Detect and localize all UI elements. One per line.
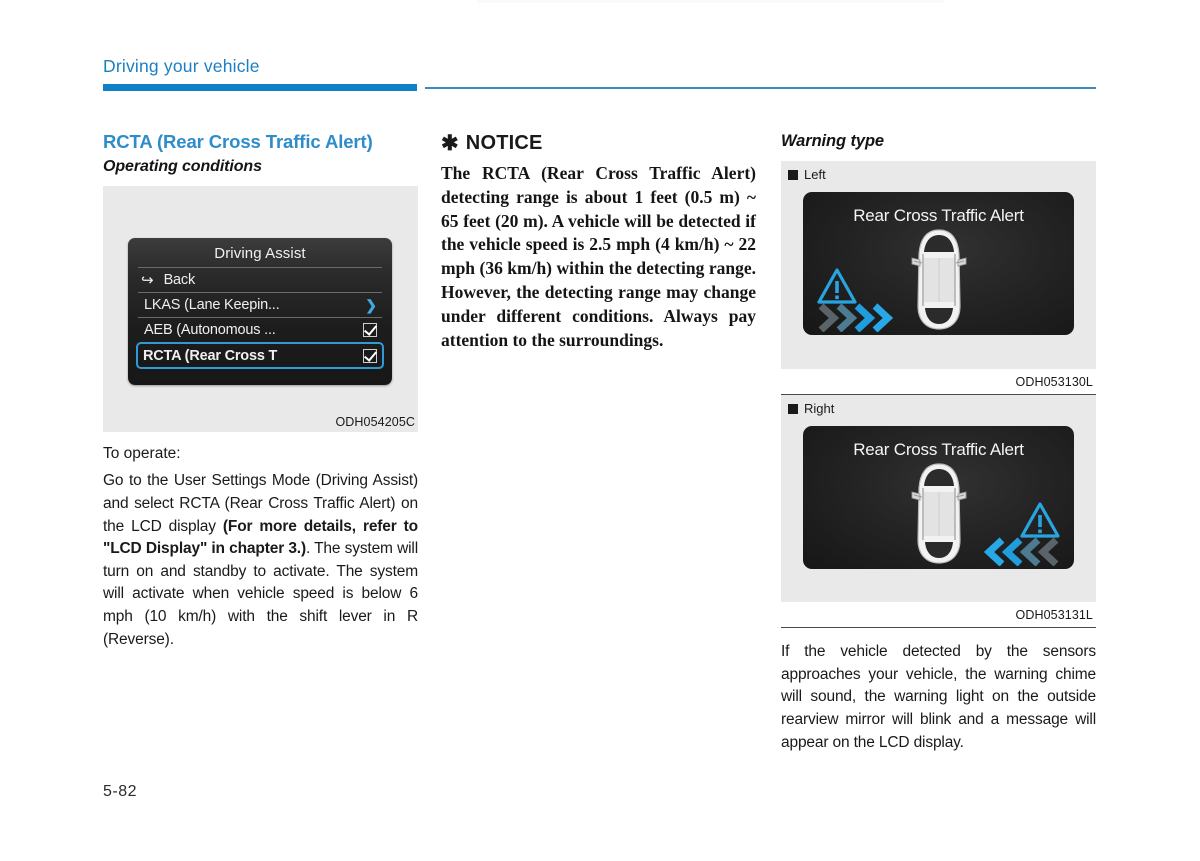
lcd-menu-title: Driving Assist [214,245,306,263]
side-label-left: Left [788,167,826,182]
left-column: RCTA (Rear Cross Traffic Alert) Operatin… [103,131,418,651]
notice-heading: ✱ NOTICE [441,132,756,155]
warning-triangle-icon [1020,502,1060,538]
lcd-menu-item-back[interactable]: ↩ Back [138,267,382,292]
checkbox-checked-icon[interactable] [363,348,377,363]
warning-indicator-right [983,502,1060,566]
chevron-right-icon: ❯ [365,297,377,314]
warning-type-title: Warning type [781,132,885,150]
notice-heading-label: NOTICE [465,132,543,154]
square-bullet-icon [788,169,798,180]
page-title: Driving your vehicle [103,56,260,76]
scan-artifact [477,0,944,3]
chevron-arrows-left [983,537,1059,566]
section-title: RCTA (Rear Cross Traffic Alert) [103,131,373,152]
checkbox-checked-icon[interactable] [363,323,377,338]
lcd-warning-screen-left: Rear Cross Traffic Alert [803,192,1074,335]
warning-indicator-left [817,268,894,332]
lcd-menu-item-lkas[interactable]: LKAS (Lane Keepin... ❯ [138,292,382,317]
lcd-menu-item-label: AEB (Autonomous ... [144,322,276,339]
warning-screen-title: Rear Cross Traffic Alert [853,206,1024,225]
side-label-right: Right [788,401,834,416]
lcd-menu-item-label: LKAS (Lane Keepin... [144,297,280,314]
lcd-warning-screen-right: Rear Cross Traffic Alert [803,426,1074,569]
asterisk-icon: ✱ [441,132,459,155]
lcd-menu-item-label: Back [163,272,196,289]
side-label-text: Left [804,167,826,182]
warning-caption-right-wrap: ODH053131L [781,602,1096,628]
figure-caption: ODH054205C [335,415,415,430]
page-number: 5-82 [103,783,138,800]
chevron-arrows-right [818,303,894,332]
lcd-menu-item-rcta[interactable]: RCTA (Rear Cross T [136,342,384,370]
page-header: Driving your vehicle [103,56,1096,92]
lcd-settings-figure: Driving Assist ↩ Back LKAS (Lane Keepin.… [103,186,418,433]
square-bullet-icon [788,403,798,414]
warning-description-paragraph: If the vehicle detected by the sensors a… [781,643,1096,751]
header-rule-thick [103,84,417,91]
to-operate-label: To operate: [103,445,181,463]
notice-body-text: The RCTA (Rear Cross Traffic Alert) dete… [441,163,756,350]
middle-column: ✱ NOTICE The RCTA (Rear Cross Traffic Al… [441,132,756,352]
operating-paragraph: Go to the User Settings Mode (Driving As… [103,470,418,651]
warning-screen-title: Rear Cross Traffic Alert [853,440,1024,459]
lcd-menu-item-aeb[interactable]: AEB (Autonomous ... [138,317,382,342]
warning-triangle-icon [817,268,857,304]
warning-figure-right: Right Rear Cross Traffic Alert [781,395,1096,602]
side-label-text: Right [804,401,835,416]
warning-caption-left-wrap: ODH053130L [781,369,1096,395]
back-arrow-icon: ↩ [141,271,154,289]
subsection-title: Operating conditions [103,158,262,176]
figure-caption: ODH053131L [1015,608,1093,622]
caption-rule [781,626,1096,628]
header-rule-thin [425,87,1096,89]
right-column: Warning type Left Rear Cross Traffic Ale… [781,132,1096,754]
lcd-menu-panel: Driving Assist ↩ Back LKAS (Lane Keepin.… [128,238,392,386]
figure-caption: ODH053130L [1015,375,1093,389]
warning-figure-left: Left Rear Cross Traffic Alert [781,161,1096,369]
lcd-menu-item-label: RCTA (Rear Cross T [143,347,278,364]
